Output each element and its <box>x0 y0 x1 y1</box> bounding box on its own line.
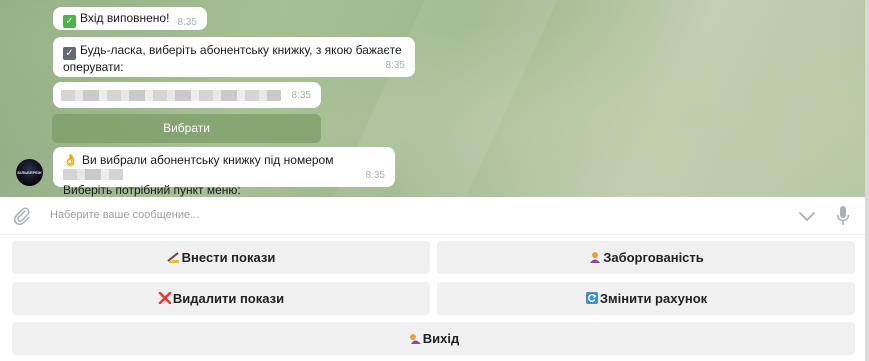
message-composer: Наберите ваше сообщение... <box>0 197 865 235</box>
message-text-1: Ви вибрали абонентську книжку під номеро… <box>81 153 334 167</box>
change-account-label: Змінити рахунок <box>599 291 708 306</box>
message-text: Вхід виповнено! <box>80 11 170 25</box>
message-text: Будь-ласка, виберіть абонентську книжку,… <box>63 43 402 74</box>
microphone-icon[interactable] <box>836 205 850 227</box>
change-account-button[interactable]: Змінити рахунок <box>437 282 855 315</box>
message-account-number: 8:35 <box>53 82 321 108</box>
message-choose-account: ✓ Будь-ласка, виберіть абонентську книжку… <box>53 37 415 77</box>
debt-label: Заборгованість <box>603 250 704 265</box>
cross-mark-icon <box>158 292 172 304</box>
message-login-success: ✓ Вхід виповнено! 8:35 <box>53 7 207 30</box>
paperclip-icon[interactable] <box>12 206 32 226</box>
writing-hand-icon <box>167 252 179 263</box>
delete-readings-label: Видалити покази <box>172 291 285 306</box>
bot-avatar[interactable]: БІЛЬБЕРЕЖ <box>16 159 43 186</box>
avatar-logo-text: БІЛЬБЕРЕЖ <box>17 170 42 175</box>
message-text-2: Виберіть потрібний пункт меню: <box>63 183 241 197</box>
window-edge <box>865 0 869 361</box>
chat-area: ✓ Вхід виповнено! 8:35 ✓ Будь-ласка, вибері… <box>0 0 865 197</box>
message-selected-account: 👌 Ви вибрали абонентську книжку під номер… <box>53 147 395 197</box>
ballot-check-icon: ✓ <box>63 47 76 60</box>
chevron-down-icon[interactable] <box>797 207 817 225</box>
refresh-icon <box>585 292 598 304</box>
message-time: 8:35 <box>365 170 385 181</box>
check-mark-icon: ✓ <box>63 15 76 28</box>
exit-button[interactable]: Вихід <box>12 322 855 355</box>
person-bowing-icon <box>409 334 421 344</box>
enter-readings-label: Внести покази <box>181 250 276 265</box>
debt-button[interactable]: Заборгованість <box>437 241 855 274</box>
redacted-account-number <box>61 90 281 101</box>
enter-readings-button[interactable]: Внести покази <box>12 241 430 274</box>
ok-hand-icon: 👌 <box>63 153 78 167</box>
person-gesturing-icon <box>590 252 601 263</box>
message-time: 8:35 <box>385 60 405 71</box>
message-time: 8:35 <box>291 90 311 101</box>
reply-keyboard: Внести покази Заборгованість Видалити по… <box>0 236 865 361</box>
message-time: 8:35 <box>177 17 197 28</box>
delete-readings-button[interactable]: Видалити покази <box>12 282 430 315</box>
exit-label: Вихід <box>422 331 460 346</box>
message-line-1: 👌 Ви вибрали абонентську книжку під номер… <box>63 153 385 183</box>
redacted-account-number <box>63 169 123 180</box>
select-inline-button[interactable]: Вибрати <box>52 114 321 143</box>
message-input[interactable]: Наберите ваше сообщение... <box>50 209 199 221</box>
